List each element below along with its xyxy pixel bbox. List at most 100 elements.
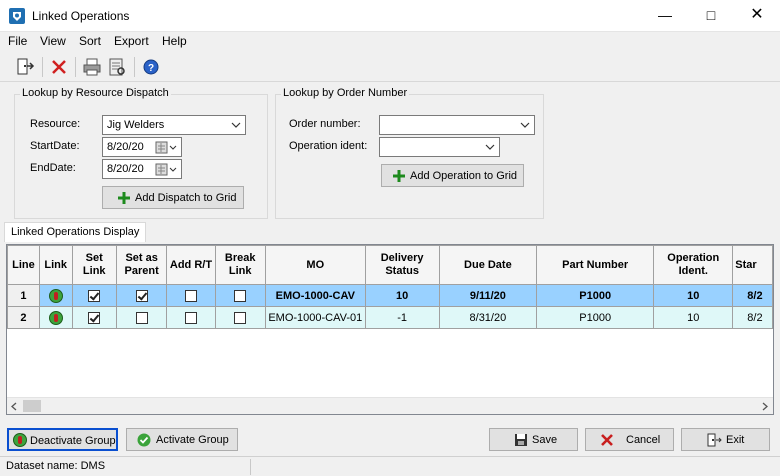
col-header-start[interactable]: Star — [732, 245, 773, 285]
break-link-cell[interactable] — [214, 306, 266, 329]
menu-export[interactable]: Export — [114, 34, 149, 48]
set-parent-checkbox[interactable] — [135, 311, 148, 324]
col-header-break-link[interactable]: Break Link — [214, 245, 266, 285]
print-preview-icon[interactable] — [106, 56, 128, 78]
set-link-cell[interactable] — [71, 284, 117, 307]
exit-button[interactable]: Exit — [681, 428, 770, 451]
col-header-set-link[interactable]: Set Link — [71, 245, 117, 285]
deactivate-group-label: Deactivate Group — [30, 435, 116, 447]
mo-cell[interactable]: EMO-1000-CAV — [264, 284, 366, 307]
add-rt-checkbox[interactable] — [184, 311, 197, 324]
add-rt-cell[interactable] — [166, 284, 216, 307]
scroll-left-icon[interactable] — [10, 402, 18, 411]
set-parent-cell[interactable] — [115, 306, 168, 329]
calendar-icon[interactable] — [155, 141, 179, 154]
col-header-delivery-status[interactable]: Delivery Status — [364, 245, 440, 285]
activate-group-button[interactable]: Activate Group — [126, 428, 238, 451]
minimize-button[interactable]: — — [642, 0, 688, 32]
grid-table: Line Link Set Link Set as Parent Add R/T… — [7, 245, 773, 329]
menu-sort[interactable]: Sort — [79, 34, 101, 48]
start-cell[interactable]: 8/2 — [732, 284, 773, 307]
linked-operations-grid: Line Link Set Link Set as Parent Add R/T… — [6, 244, 774, 415]
set-link-cell[interactable] — [71, 306, 117, 329]
tab-linked-operations[interactable]: Linked Operations Display — [4, 222, 147, 242]
save-button[interactable]: Save — [489, 428, 578, 451]
start-date-picker[interactable]: 8/20/20 — [102, 137, 182, 157]
status-bar: Dataset name: DMS — [0, 456, 780, 476]
col-header-line[interactable]: Line — [7, 245, 40, 285]
delivery-status-cell[interactable]: 10 — [364, 284, 440, 307]
due-date-cell[interactable]: 8/31/20 — [438, 306, 538, 329]
add-rt-checkbox[interactable] — [184, 289, 197, 302]
break-link-checkbox[interactable] — [234, 311, 247, 324]
print-icon[interactable] — [81, 56, 103, 78]
plus-icon — [393, 170, 405, 182]
set-link-checkbox[interactable] — [88, 311, 101, 324]
set-parent-cell[interactable] — [115, 284, 168, 307]
close-button[interactable]: ✕ — [734, 0, 780, 32]
deactivate-group-button[interactable]: Deactivate Group — [7, 428, 118, 451]
horizontal-scrollbar[interactable] — [7, 397, 773, 414]
add-operation-label: Add Operation to Grid — [410, 170, 518, 182]
set-link-checkbox[interactable] — [88, 289, 101, 302]
start-cell[interactable]: 8/2 — [732, 306, 773, 329]
help-icon[interactable]: ? — [140, 56, 162, 78]
due-date-cell[interactable]: 9/11/20 — [438, 284, 538, 307]
link-status-icon — [48, 288, 63, 303]
add-dispatch-button[interactable]: Add Dispatch to Grid — [102, 186, 244, 209]
calendar-icon[interactable] — [155, 163, 179, 176]
start-date-label: StartDate: — [30, 140, 80, 152]
menu-view[interactable]: View — [40, 34, 66, 48]
title-bar: Linked Operations — □ ✕ — [0, 0, 780, 32]
cancel-icon — [601, 434, 613, 446]
toolbar: ? — [0, 52, 780, 82]
col-header-due-date[interactable]: Due Date — [438, 245, 538, 285]
operation-ident-select[interactable] — [379, 137, 500, 157]
scroll-thumb[interactable] — [23, 400, 41, 412]
end-date-value: 8/20/20 — [107, 163, 144, 175]
activate-group-label: Activate Group — [156, 434, 229, 446]
operation-ident-cell[interactable]: 10 — [653, 306, 734, 329]
save-label: Save — [532, 434, 558, 446]
part-number-cell[interactable]: P1000 — [536, 306, 655, 329]
add-operation-button[interactable]: Add Operation to Grid — [381, 164, 524, 187]
link-cell[interactable] — [38, 284, 73, 307]
break-link-checkbox[interactable] — [234, 289, 247, 302]
end-date-picker[interactable]: 8/20/20 — [102, 159, 182, 179]
toolbar-separator — [42, 57, 43, 77]
exit-icon[interactable] — [14, 56, 36, 78]
resource-value: Jig Welders — [107, 119, 165, 131]
col-header-add-rt[interactable]: Add R/T — [166, 245, 216, 285]
col-header-set-parent[interactable]: Set as Parent — [115, 245, 168, 285]
col-header-mo[interactable]: MO — [264, 245, 366, 285]
table-row[interactable]: 1 EMO-1000-CAV 10 9/11/20 P1000 10 8/2 — [7, 284, 773, 307]
delete-icon[interactable] — [48, 56, 70, 78]
cancel-label: Cancel — [626, 434, 661, 446]
plus-icon — [118, 192, 130, 204]
resource-select[interactable]: Jig Welders — [102, 115, 246, 135]
operation-ident-cell[interactable]: 10 — [653, 284, 734, 307]
delivery-status-cell[interactable]: -1 — [364, 306, 440, 329]
col-header-operation-ident[interactable]: Operation Ident. — [653, 245, 734, 285]
cancel-button[interactable]: Cancel — [585, 428, 674, 451]
maximize-button[interactable]: □ — [688, 0, 734, 32]
order-number-select[interactable] — [379, 115, 535, 135]
part-number-cell[interactable]: P1000 — [536, 284, 655, 307]
menu-help[interactable]: Help — [162, 34, 187, 48]
chevron-down-icon — [485, 144, 495, 150]
col-header-link[interactable]: Link — [38, 245, 73, 285]
start-date-value: 8/20/20 — [107, 141, 144, 153]
col-header-part-number[interactable]: Part Number — [536, 245, 655, 285]
scroll-right-icon[interactable] — [761, 402, 769, 411]
add-rt-cell[interactable] — [166, 306, 216, 329]
row-line: 1 — [7, 284, 40, 307]
resource-label: Resource: — [30, 118, 81, 130]
set-parent-checkbox[interactable] — [135, 289, 148, 302]
mo-cell[interactable]: EMO-1000-CAV-01 — [264, 306, 366, 329]
app-icon — [9, 8, 25, 24]
menu-file[interactable]: File — [8, 34, 27, 48]
table-row[interactable]: 2 EMO-1000-CAV-01 -1 8/31/20 P1000 10 8/… — [7, 306, 773, 329]
break-link-cell[interactable] — [214, 284, 266, 307]
chevron-down-icon — [520, 122, 530, 128]
link-cell[interactable] — [38, 306, 73, 329]
